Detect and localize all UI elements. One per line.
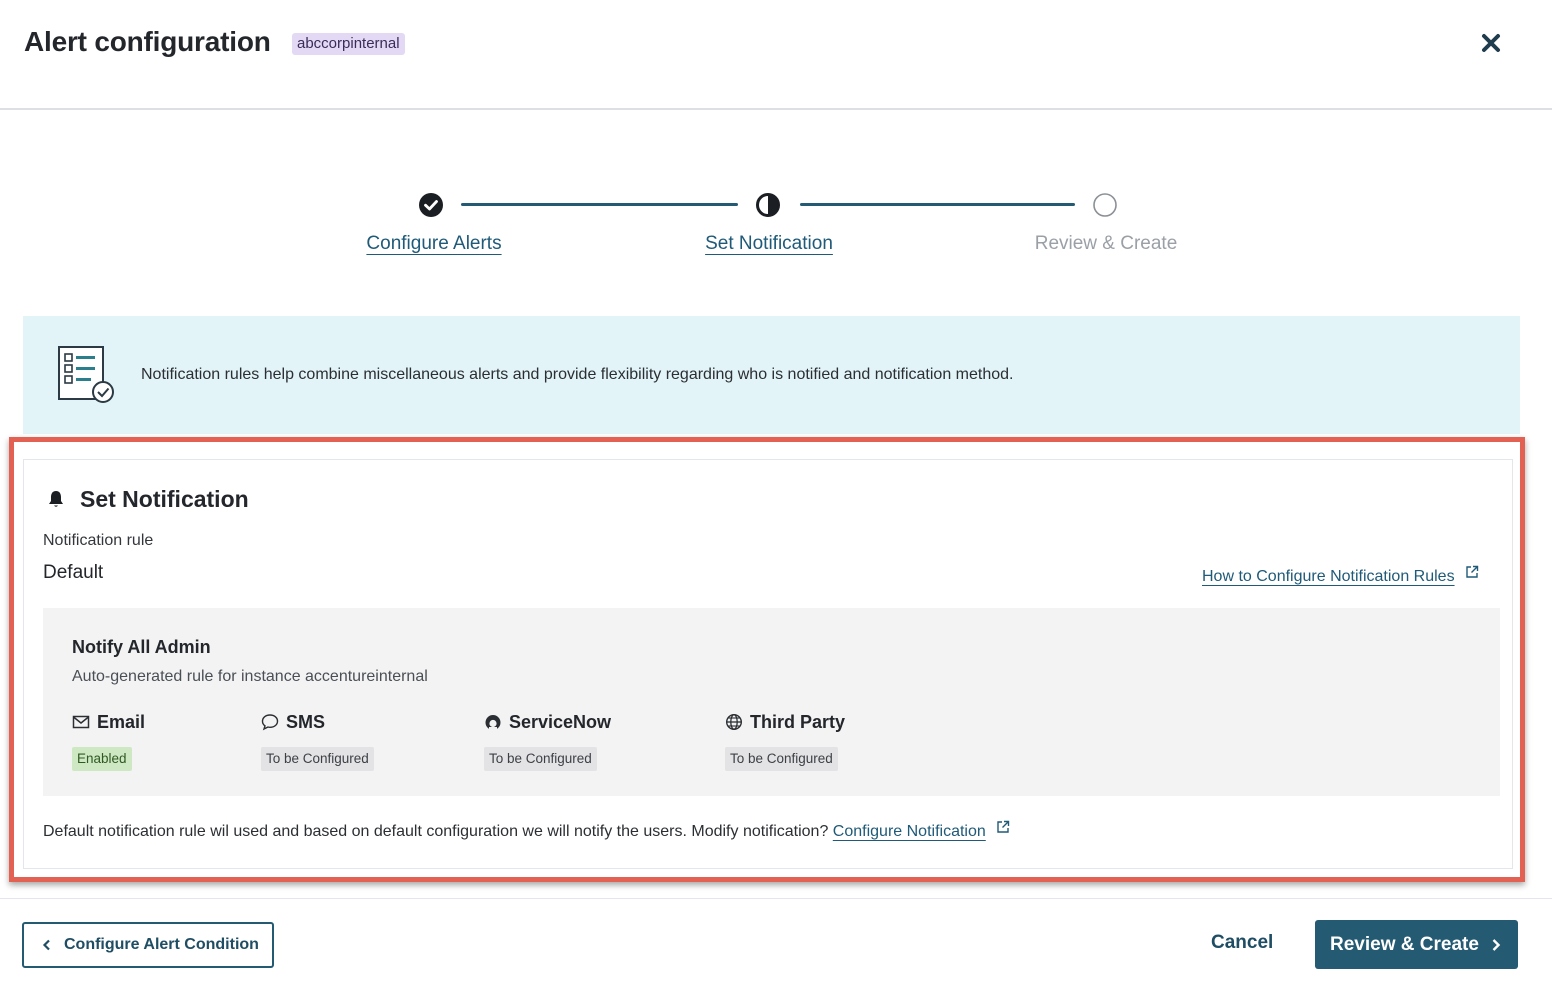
notification-rule-value: Default — [43, 562, 104, 583]
checklist-icon — [58, 346, 114, 403]
cancel-button[interactable]: Cancel — [1211, 932, 1273, 954]
half-circle-icon — [756, 193, 780, 217]
step-configure-alerts[interactable]: Configure Alerts — [366, 233, 501, 255]
check-circle-icon — [419, 193, 443, 217]
channel-sms: SMS — [261, 710, 325, 734]
how-to-configure-link-text: How to Configure Notification Rules — [1202, 568, 1455, 585]
mail-icon — [72, 715, 90, 729]
channel-label: Third Party — [750, 711, 846, 732]
channel-servicenow: ServiceNow — [484, 710, 611, 734]
chevron-right-icon — [1492, 938, 1501, 951]
channel-email: Email — [72, 710, 145, 734]
review-create-button-label: Review & Create — [1330, 933, 1479, 955]
section-heading: Set Notification — [46, 486, 249, 512]
section-title: Set Notification — [80, 485, 249, 512]
instance-badge: abccorpinternal — [292, 33, 405, 55]
close-button[interactable] — [1476, 28, 1506, 58]
channel-third-party: Third Party — [725, 710, 845, 734]
stepper: Configure Alerts Set Notification Review… — [0, 185, 1552, 265]
status-badge-email: Enabled — [72, 747, 132, 771]
status-badge-sms: To be Configured — [261, 747, 374, 771]
rule-description: Auto-generated rule for instance accentu… — [72, 668, 428, 685]
configure-notification-link-text: Configure Notification — [832, 823, 986, 840]
rule-details-box: Notify All Admin Auto-generated rule for… — [43, 608, 1500, 796]
step-set-notification[interactable]: Set Notification — [705, 233, 833, 255]
bell-icon — [49, 491, 63, 507]
close-icon — [1482, 34, 1500, 52]
back-button-label: Configure Alert Condition — [64, 936, 259, 953]
status-badge-third-party: To be Configured — [725, 747, 838, 771]
info-banner-text: Notification rules help combine miscella… — [141, 366, 1014, 383]
external-link-icon — [1465, 565, 1478, 578]
step-review-create: Review & Create — [1034, 233, 1178, 254]
how-to-configure-link[interactable]: How to Configure Notification Rules — [1202, 565, 1479, 586]
page-title: Alert configuration — [24, 26, 271, 57]
step-connector — [461, 203, 738, 206]
empty-circle-icon — [1093, 193, 1117, 217]
external-link-icon — [997, 820, 1009, 833]
servicenow-icon — [485, 715, 501, 730]
modal-header: Alert configuration abccorpinternal — [0, 0, 1552, 110]
notification-rule-label: Notification rule — [43, 532, 154, 549]
default-rule-note-text: Default notification rule wil used and b… — [43, 823, 829, 840]
step-connector — [800, 203, 1075, 206]
footer-divider — [0, 898, 1552, 899]
configure-alert-condition-button[interactable]: Configure Alert Condition — [22, 922, 274, 968]
review-create-button[interactable]: Review & Create — [1315, 920, 1518, 969]
globe-icon — [725, 713, 743, 731]
info-banner: Notification rules help combine miscella… — [23, 316, 1520, 434]
status-badge-servicenow: To be Configured — [484, 747, 597, 771]
channel-label: SMS — [286, 711, 326, 732]
chat-bubble-icon — [261, 714, 279, 731]
channel-label: Email — [97, 711, 146, 732]
channel-label: ServiceNow — [509, 711, 612, 732]
chevron-left-icon — [42, 939, 50, 951]
rule-name: Notify All Admin — [72, 637, 211, 657]
configure-notification-link[interactable]: Configure Notification — [833, 823, 986, 840]
default-rule-note: Default notification rule wil used and b… — [43, 820, 1010, 841]
